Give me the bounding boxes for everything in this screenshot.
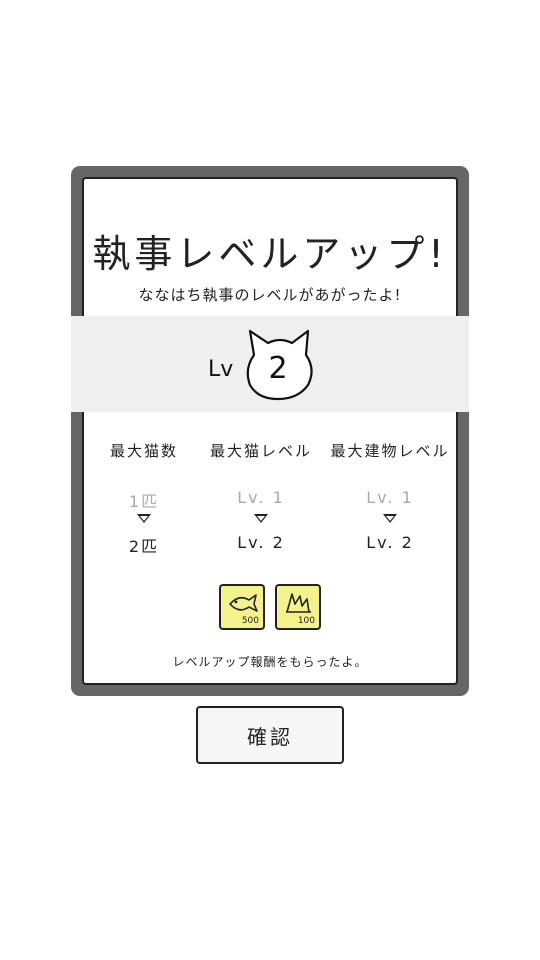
stat-new-value: Lv. 2	[237, 533, 285, 552]
reward-amount: 100	[297, 616, 315, 626]
stat-new-value: 2匹	[128, 537, 160, 556]
dialog-panel: 執事レベルアップ! ななはち執事のレベルがあがったよ! Lv 2 最大猫数 1匹…	[71, 177, 469, 685]
stat-max-building-level: 最大建物レベル Lv. 1 Lv. 2	[330, 440, 450, 552]
down-arrow-icon	[137, 514, 151, 523]
level-prefix: Lv	[208, 357, 234, 382]
confirm-button[interactable]: 確認	[196, 706, 344, 764]
reward-message: レベルアップ報酬をもらったよ。	[172, 655, 368, 669]
down-arrow-icon	[383, 514, 397, 523]
dialog-title: 執事レベルアップ!	[92, 232, 448, 276]
stat-header: 最大猫レベル	[209, 442, 312, 460]
dialog-subtitle: ななはち執事のレベルがあがったよ!	[138, 286, 402, 304]
reward-amount: 500	[241, 616, 259, 626]
level-number: 2	[268, 351, 288, 386]
stat-new-value: Lv. 2	[366, 533, 414, 552]
grass-icon	[286, 593, 311, 613]
stat-old-value: 1匹	[128, 492, 160, 511]
stat-old-value: Lv. 1	[237, 488, 285, 507]
down-arrow-icon	[254, 514, 268, 523]
stat-max-cat-level: 最大猫レベル Lv. 1 Lv. 2	[201, 440, 321, 552]
stat-header: 最大建物レベル	[330, 442, 450, 460]
reward-fish: 500	[219, 584, 265, 630]
stat-old-value: Lv. 1	[366, 488, 414, 507]
levelup-dialog: 執事レベルアップ! ななはち執事のレベルがあがったよ! Lv 2 最大猫数 1匹…	[71, 166, 469, 696]
reward-grass: 100	[275, 584, 321, 630]
fish-icon	[229, 594, 258, 612]
stat-header: 最大猫数	[109, 442, 178, 460]
stat-max-cats: 最大猫数 1匹 2匹	[84, 440, 204, 557]
